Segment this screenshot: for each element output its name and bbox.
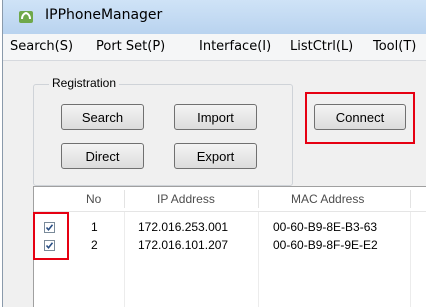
export-button[interactable]: Export [174,143,257,169]
list-header: No IP Address MAC Address [34,187,426,212]
row-no: 2 [91,238,98,252]
window-title: IPPhoneManager [45,7,163,23]
direct-button[interactable]: Direct [61,143,144,169]
menu-search[interactable]: Search(S) [10,39,73,54]
menu-port-set[interactable]: Port Set(P) [96,39,165,54]
menu-interface[interactable]: Interface(I) [199,39,271,54]
row-ip-address: 172.016.253.001 [138,220,229,234]
grid-line [258,212,259,307]
app-window: IPPhoneManager Search(S) Port Set(P) Int… [2,0,426,307]
import-button[interactable]: Import [174,104,257,130]
registration-group [33,84,293,186]
header-separator [124,190,125,208]
header-separator [410,190,411,208]
header-mac-address[interactable]: MAC Address [291,192,364,206]
registration-label: Registration [49,76,120,90]
row-mac-address: 00-60-B9-8F-9E-E2 [273,238,378,252]
device-list[interactable]: No IP Address MAC Address 1 172.016.253.… [33,186,426,307]
row-mac-address: 00-60-B9-8E-B3-63 [273,220,378,234]
row-no: 1 [91,220,98,234]
title-bar: IPPhoneManager [3,0,426,34]
checkbox-highlight-box [33,212,69,260]
connect-highlight-box [305,92,415,144]
header-no[interactable]: No [86,192,101,206]
menu-bar: Search(S) Port Set(P) Interface(I) ListC… [3,34,426,61]
grid-line [410,212,411,307]
header-ip-address[interactable]: IP Address [157,192,215,206]
menu-list-ctrl[interactable]: ListCtrl(L) [290,39,353,54]
grid-line [124,212,125,307]
row-ip-address: 172.016.101.207 [138,238,229,252]
menu-tool[interactable]: Tool(T) [373,39,416,54]
header-separator [258,190,259,208]
search-button[interactable]: Search [61,104,144,130]
app-phone-icon [17,8,35,26]
